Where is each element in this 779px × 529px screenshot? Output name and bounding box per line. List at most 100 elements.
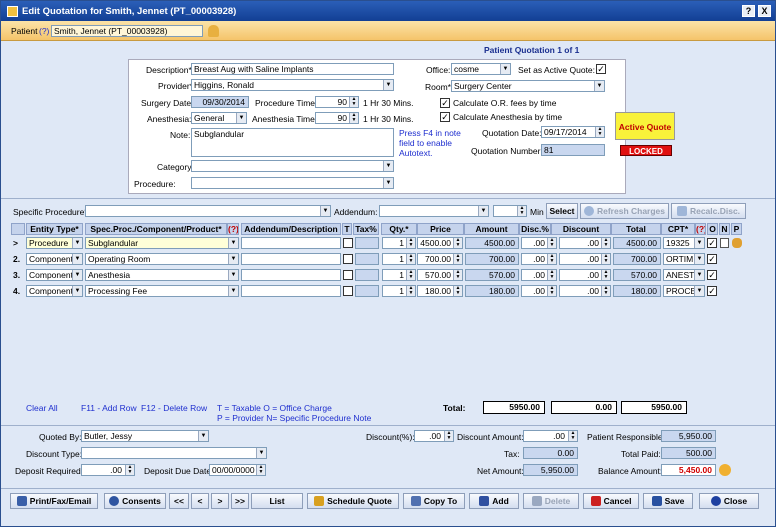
- column-header[interactable]: Price: [417, 223, 464, 235]
- spinner-icon[interactable]: ▲ ▼: [406, 254, 415, 264]
- column-header[interactable]: Total: [611, 223, 661, 235]
- quotation-date-input[interactable]: 09/17/2014 ▲ ▼: [541, 126, 605, 138]
- office-charge-checkbox[interactable]: ✓: [707, 238, 717, 248]
- column-header[interactable]: Disc.%: [519, 223, 551, 235]
- spinner-icon[interactable]: ▲ ▼: [444, 431, 453, 441]
- taxable-checkbox[interactable]: [343, 286, 353, 296]
- quoted-by-select[interactable]: Butler, Jessy ▼: [81, 430, 209, 442]
- cpt-select[interactable]: ANEST ▼: [663, 269, 705, 281]
- disc-pct-stepper[interactable]: .00 ▲ ▼: [521, 253, 557, 265]
- entity-type-select[interactable]: Component ▼: [26, 253, 83, 265]
- surgery-date-input[interactable]: 09/30/2014: [191, 96, 249, 108]
- column-header[interactable]: (?): [227, 223, 239, 235]
- anesthesia-time-stepper[interactable]: 90 ▲ ▼: [315, 112, 359, 124]
- addendum-description-input[interactable]: [241, 253, 341, 265]
- addendum-description-input[interactable]: [241, 285, 341, 297]
- spinner-icon[interactable]: ▲ ▼: [568, 431, 577, 441]
- spinner-icon[interactable]: ▲ ▼: [453, 254, 462, 264]
- taxable-checkbox[interactable]: [343, 238, 353, 248]
- qty-stepper[interactable]: 1 ▲ ▼: [382, 253, 416, 265]
- discount-pct-stepper[interactable]: .00 ▲ ▼: [414, 430, 454, 442]
- recalc-disc-button[interactable]: Recalc.Disc.: [671, 203, 746, 219]
- discount-amount-stepper[interactable]: .00 ▲ ▼: [523, 430, 578, 442]
- cpt-select[interactable]: PROCE ▼: [663, 285, 705, 297]
- copy-button[interactable]: Copy To: [403, 493, 465, 509]
- spinner-icon[interactable]: ▲ ▼: [547, 270, 556, 280]
- discount-type-select[interactable]: ▼: [81, 447, 267, 459]
- spec-proc-select[interactable]: Subglandular ▼: [85, 237, 239, 249]
- taxable-checkbox[interactable]: [343, 270, 353, 280]
- spinner-icon[interactable]: ▲ ▼: [453, 270, 462, 280]
- note-icon[interactable]: [720, 238, 729, 248]
- qty-stepper[interactable]: 1 ▲ ▼: [382, 269, 416, 281]
- calc-or-checkbox[interactable]: ✓: [440, 98, 450, 108]
- qty-stepper[interactable]: 1 ▲ ▼: [382, 285, 416, 297]
- procedure-time-stepper[interactable]: 90 ▲ ▼: [315, 96, 359, 108]
- cpt-select[interactable]: ORTIM ▼: [663, 253, 705, 265]
- spinner-icon[interactable]: ▲ ▼: [547, 286, 556, 296]
- deposit-due-input[interactable]: 00/00/0000 ▲ ▼: [209, 464, 266, 476]
- cpt-select[interactable]: 19325 ▼: [663, 237, 705, 249]
- entity-type-select[interactable]: Procedure ▼: [26, 237, 83, 249]
- list-button[interactable]: List: [251, 493, 303, 509]
- select-button[interactable]: Select: [546, 203, 578, 219]
- discount-stepper[interactable]: .00 ▲ ▼: [559, 253, 611, 265]
- column-header[interactable]: (?): [695, 223, 706, 235]
- add-button[interactable]: Add: [469, 493, 519, 509]
- taxable-checkbox[interactable]: [343, 254, 353, 264]
- deposit-required-stepper[interactable]: .00 ▲ ▼: [81, 464, 135, 476]
- description-input[interactable]: Breast Aug with Saline Implants: [191, 63, 394, 75]
- price-input[interactable]: 570.00 ▲ ▼: [417, 269, 463, 281]
- spinner-icon[interactable]: ▲ ▼: [125, 465, 134, 475]
- column-header[interactable]: N: [719, 223, 730, 235]
- spinner-icon[interactable]: ▲ ▼: [601, 270, 610, 280]
- price-input[interactable]: 4500.00 ▲ ▼: [417, 237, 463, 249]
- coins-icon[interactable]: [719, 464, 731, 476]
- note-textarea[interactable]: Subglandular: [191, 128, 394, 157]
- patient-lookup-icon[interactable]: [208, 25, 219, 37]
- office-select[interactable]: cosme ▼: [451, 63, 511, 75]
- schedule-button[interactable]: Schedule Quote: [307, 493, 399, 509]
- price-input[interactable]: 700.00 ▲ ▼: [417, 253, 463, 265]
- spinner-icon[interactable]: ▲ ▼: [453, 286, 462, 296]
- addendum-description-input[interactable]: [241, 237, 341, 249]
- spinner-icon[interactable]: ▲ ▼: [349, 97, 358, 107]
- spinner-icon[interactable]: ▲ ▼: [601, 238, 610, 248]
- column-header[interactable]: Tax%: [353, 223, 379, 235]
- last-button[interactable]: >>: [231, 493, 249, 509]
- column-header[interactable]: Discount: [551, 223, 611, 235]
- office-charge-checkbox[interactable]: ✓: [707, 270, 717, 280]
- price-input[interactable]: 180.00 ▲ ▼: [417, 285, 463, 297]
- spinner-icon[interactable]: ▲ ▼: [547, 254, 556, 264]
- disc-pct-stepper[interactable]: .00 ▲ ▼: [521, 269, 557, 281]
- provider-select[interactable]: Higgins, Ronald ▼: [191, 79, 394, 91]
- addendum-description-input[interactable]: [241, 269, 341, 281]
- column-header[interactable]: Amount: [464, 223, 519, 235]
- column-header[interactable]: O: [707, 223, 718, 235]
- prev-button[interactable]: <: [191, 493, 209, 509]
- spinner-icon[interactable]: ▲ ▼: [453, 238, 462, 248]
- help-button[interactable]: ?: [742, 5, 755, 17]
- spinner-icon[interactable]: ▲ ▼: [601, 254, 610, 264]
- print-button[interactable]: Print/Fax/Email: [10, 493, 98, 509]
- disc-pct-stepper[interactable]: .00 ▲ ▼: [521, 285, 557, 297]
- column-header[interactable]: Entity Type*: [26, 223, 83, 235]
- spinner-icon[interactable]: ▲ ▼: [595, 127, 604, 137]
- next-button[interactable]: >: [211, 493, 229, 509]
- spinner-icon[interactable]: ▲ ▼: [601, 286, 610, 296]
- addendum-select[interactable]: ▼: [379, 205, 489, 217]
- column-header[interactable]: CPT*: [661, 223, 695, 235]
- room-select[interactable]: Surgery Center ▼: [451, 80, 605, 92]
- clear-all-link[interactable]: Clear All: [26, 403, 58, 414]
- column-header[interactable]: [11, 223, 25, 235]
- cancel-button[interactable]: Cancel: [583, 493, 639, 509]
- consents-button[interactable]: Consents: [104, 493, 166, 509]
- column-header[interactable]: Qty.*: [381, 223, 417, 235]
- delete-button[interactable]: Delete: [523, 493, 579, 509]
- category-select[interactable]: ▼: [191, 160, 394, 172]
- spinner-icon[interactable]: ▲ ▼: [547, 238, 556, 248]
- spec-proc-select[interactable]: Anesthesia ▼: [85, 269, 239, 281]
- active-quote-checkbox[interactable]: ✓: [596, 64, 606, 74]
- spinner-icon[interactable]: ▲ ▼: [406, 238, 415, 248]
- column-header[interactable]: T: [342, 223, 352, 235]
